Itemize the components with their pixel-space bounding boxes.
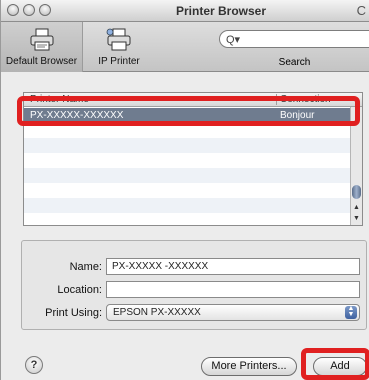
highlight-add-button <box>301 348 369 380</box>
printer-icon <box>29 28 55 55</box>
printer-browser-window: Printer Browser C Default Browser IP Pri… <box>0 0 369 380</box>
search-label: Search <box>278 57 311 68</box>
ip-printer-button[interactable]: IP Printer <box>89 22 149 72</box>
default-browser-label: Default Browser <box>5 56 78 67</box>
search-area: Q▾ Search <box>219 30 369 70</box>
name-label: Name: <box>69 261 102 273</box>
scroll-thumb[interactable] <box>352 185 361 199</box>
name-field[interactable]: PX-XXXXX -XXXXXX <box>106 258 360 275</box>
toolbar: Default Browser IP Printer Q▾ Search <box>1 22 369 72</box>
print-using-value: EPSON PX-XXXXX <box>113 307 201 318</box>
help-button[interactable]: ? <box>25 356 43 374</box>
ip-printer-label: IP Printer <box>98 56 140 67</box>
empty-row <box>24 198 350 213</box>
print-using-select[interactable]: EPSON PX-XXXXX ▲ ▼ <box>106 304 360 321</box>
zoom-button[interactable] <box>39 4 51 16</box>
location-field[interactable] <box>106 281 360 298</box>
location-label: Location: <box>57 284 102 296</box>
printer-details-form: Name: PX-XXXXX -XXXXXX Location: Print U… <box>21 240 367 330</box>
select-arrows-icon: ▲ ▼ <box>345 305 357 319</box>
scroll-up-arrow-icon[interactable]: ▲ <box>351 202 362 213</box>
minimize-button[interactable] <box>23 4 35 16</box>
network-printer-icon <box>105 28 133 55</box>
more-printers-button[interactable]: More Printers... <box>201 357 297 376</box>
close-button[interactable] <box>7 4 19 16</box>
toolbar-toggle-button[interactable]: C <box>357 3 366 18</box>
title-bar: Printer Browser C <box>1 0 369 22</box>
empty-row <box>24 138 350 153</box>
search-icon[interactable]: Q▾ <box>226 33 240 46</box>
search-input[interactable]: Q▾ <box>219 30 369 48</box>
highlight-selected-printer <box>17 96 360 126</box>
window-title: Printer Browser <box>175 4 267 18</box>
scroll-down-arrow-icon[interactable]: ▼ <box>351 213 362 224</box>
print-using-label: Print Using: <box>45 307 102 319</box>
default-browser-button[interactable]: Default Browser <box>1 22 83 72</box>
empty-row <box>24 168 350 183</box>
